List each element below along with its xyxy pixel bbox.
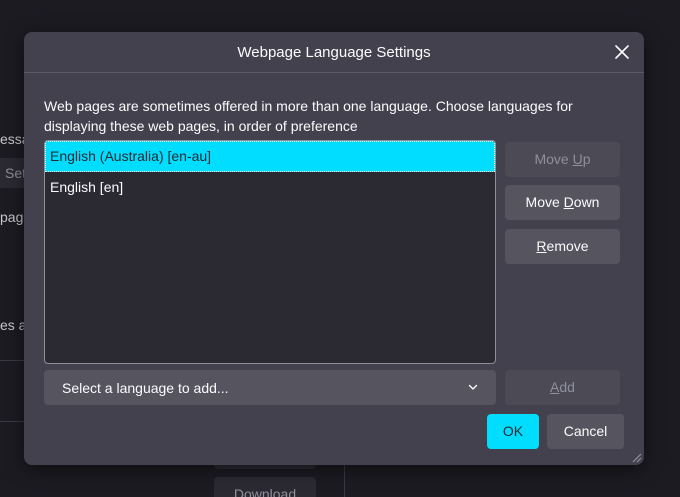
page: essa Set page es a Download Webpage Lang… [0,0,680,497]
bg-button-fragment-label: Set [4,165,26,181]
bg-download-label: Download [233,486,297,497]
add-label-post: dd [559,379,575,395]
language-list[interactable]: English (Australia) [en-au] English [en] [44,140,496,364]
language-item-label: English (Australia) [en-au] [50,148,212,164]
remove-accesskey: R [536,238,547,254]
bg-divider [0,421,24,422]
move-down-label-pre: Move [525,194,564,210]
dialog-titlebar: Webpage Language Settings [24,32,644,73]
add-accesskey: A [550,379,560,395]
move-down-label-post: own [573,194,600,210]
resize-grip-icon[interactable] [630,451,642,463]
add-button[interactable]: Add [505,370,620,405]
move-up-button[interactable]: Move Up [505,142,620,177]
language-select-value: Select a language to add... [62,380,229,396]
close-icon [615,45,629,59]
bg-download-button: Download [214,477,316,497]
dialog-description: Web pages are sometimes offered in more … [44,98,573,134]
move-down-accesskey: D [563,194,574,210]
move-up-accesskey: U [572,151,583,167]
language-item[interactable]: English (Australia) [en-au] [45,141,495,172]
language-settings-dialog: Webpage Language Settings Web pages are … [24,32,644,465]
close-button[interactable] [608,38,636,66]
remove-label-post: emove [546,238,589,254]
bg-divider [344,465,345,497]
move-down-button[interactable]: Move Down [505,185,620,220]
chevron-down-icon [468,384,478,390]
bg-text-fragment: es a [0,317,27,333]
language-item-label: English [en] [50,179,124,195]
remove-button[interactable]: Remove [505,229,620,264]
move-up-label-pre: Move [534,151,573,167]
language-item[interactable]: English [en] [45,172,495,203]
dialog-title: Webpage Language Settings [237,44,431,61]
language-select[interactable]: Select a language to add... [44,370,496,405]
cancel-button[interactable]: Cancel [547,414,624,449]
bg-divider [0,360,24,361]
ok-button[interactable]: OK [487,414,539,449]
move-up-label-post: p [582,151,591,167]
